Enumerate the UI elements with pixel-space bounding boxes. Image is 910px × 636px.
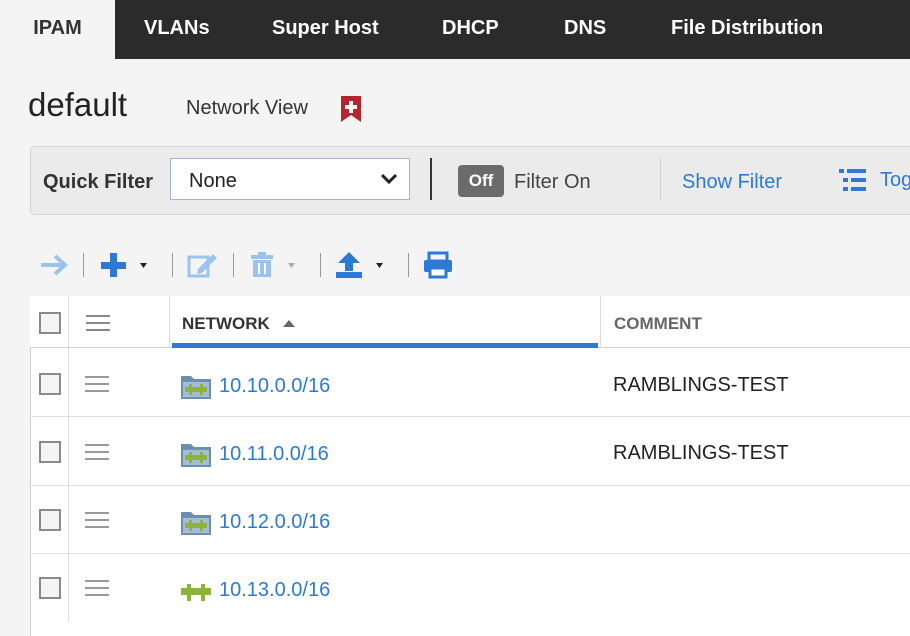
chevron-down-icon [380,173,398,185]
row-checkbox[interactable] [39,441,61,463]
upload-icon[interactable] [334,250,394,280]
toolbar-divider [233,253,234,277]
row-divider [30,553,910,554]
show-filter-link[interactable]: Show Filter [682,171,782,194]
divider [430,158,432,200]
page-title: default [28,86,128,123]
toolbar-divider [408,253,409,277]
network-container-icon [181,376,211,399]
row-comment: RAMBLINGS-TEST [613,374,789,396]
top-nav: IPAM VLANs Super Host DHCP DNS File Dist… [0,0,910,59]
tab-super-host[interactable]: Super Host [272,0,379,59]
toggle-view-link[interactable]: Tog [880,169,910,192]
filter-on-label: Filter On [514,171,591,193]
column-divider [169,296,170,348]
row-divider [30,416,910,417]
column-divider [600,296,601,348]
row-checkbox[interactable] [39,373,61,395]
tab-file-distribution[interactable]: File Distribution [671,0,823,59]
network-container-icon [181,444,211,467]
column-header-network[interactable]: NETWORK [182,314,270,334]
column-header-comment[interactable]: COMMENT [614,314,702,334]
network-link[interactable]: 10.13.0.0/16 [219,579,330,602]
tab-dns[interactable]: DNS [564,0,606,59]
toolbar-divider [83,253,84,277]
drag-handle-icon[interactable] [85,443,109,461]
quick-filter-label: Quick Filter [43,171,154,193]
column-menu-icon[interactable] [86,314,110,332]
row-checkbox[interactable] [39,577,61,599]
network-link[interactable]: 10.10.0.0/16 [219,375,330,398]
divider [660,158,661,200]
toolbar-divider [320,253,321,277]
bookmark-plus-icon[interactable] [340,95,362,123]
select-all-checkbox[interactable] [39,312,61,334]
row-comment: RAMBLINGS-TEST [613,442,789,464]
network-container-icon [181,512,211,535]
arrow-right-icon[interactable] [38,250,70,280]
network-icon [181,584,211,601]
tab-dhcp[interactable]: DHCP [442,0,499,59]
row-checkbox[interactable] [39,509,61,531]
network-link[interactable]: 10.12.0.0/16 [219,511,330,534]
drag-handle-icon[interactable] [85,375,109,393]
drag-handle-icon[interactable] [85,579,109,597]
list-toggle-icon[interactable] [838,167,868,193]
drag-handle-icon[interactable] [85,511,109,529]
table-header [30,296,910,348]
print-icon[interactable] [422,250,454,280]
network-view-label[interactable]: Network View [186,97,308,120]
tab-vlans[interactable]: VLANs [144,0,210,59]
network-link[interactable]: 10.11.0.0/16 [219,443,329,466]
quick-filter-select[interactable]: None [170,158,410,200]
filter-toggle-button[interactable]: Off [458,165,504,197]
row-divider [30,485,910,486]
edit-icon[interactable] [186,250,220,280]
delete-icon[interactable] [248,250,304,280]
sort-ascending-icon [283,320,295,327]
tab-ipam[interactable]: IPAM [0,0,115,59]
toolbar-divider [172,253,173,277]
sort-indicator [172,343,598,348]
quick-filter-value: None [189,170,237,192]
add-icon[interactable] [98,250,158,280]
column-divider [68,296,69,622]
